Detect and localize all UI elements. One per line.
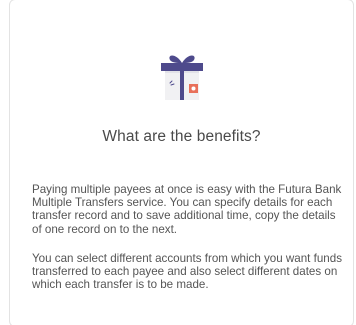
gift-icon-wrap (10, 50, 353, 102)
benefits-paragraph: You can select different accounts from w… (32, 252, 342, 292)
benefits-paragraph: Paying multiple payees at once is easy w… (32, 183, 342, 236)
gift-icon (160, 55, 203, 100)
benefits-title: What are the benefits? (102, 128, 261, 145)
benefits-card: What are the benefits? Paying multiple p… (9, 0, 354, 325)
